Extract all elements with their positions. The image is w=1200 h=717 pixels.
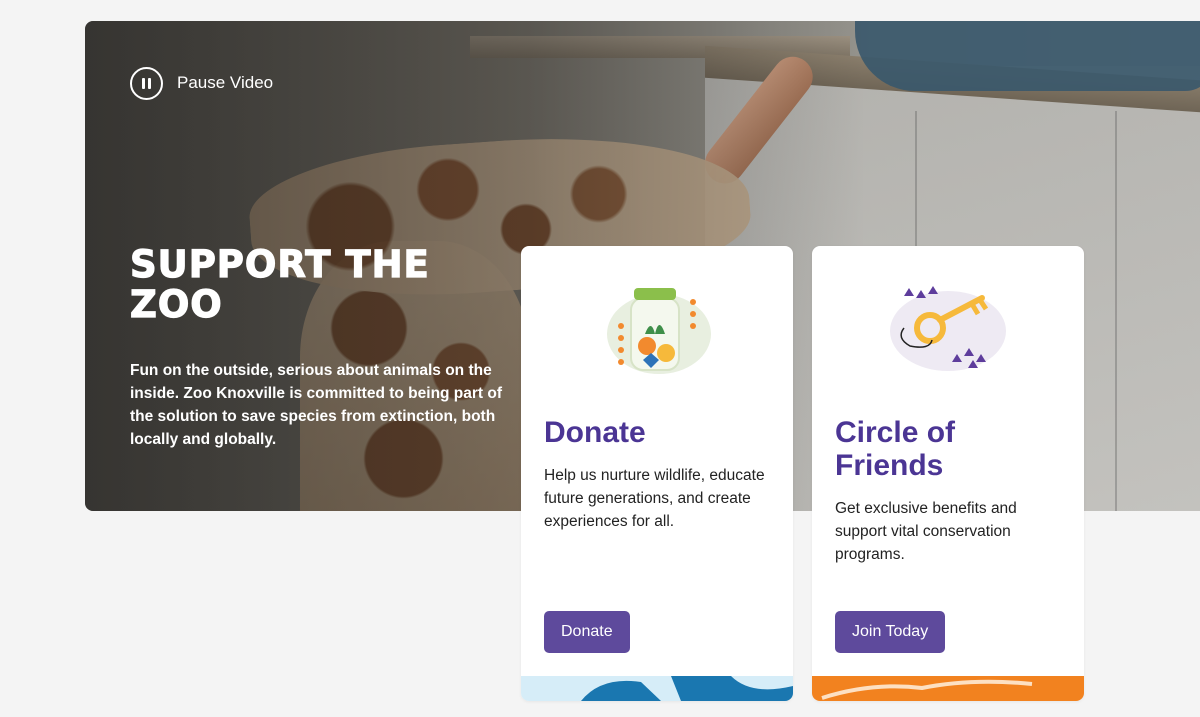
circle-of-friends-text: Get exclusive benefits and support vital… <box>835 500 1017 563</box>
donation-jar-icon <box>607 288 711 374</box>
key-icon <box>890 286 1006 371</box>
hero-title: SUPPORT THE ZOO <box>129 243 430 326</box>
donate-button[interactable]: Donate <box>544 611 630 653</box>
donate-text: Help us nurture wildlife, educate future… <box>544 467 765 530</box>
pause-icon <box>130 66 163 100</box>
decorative-strip-blue <box>521 676 793 701</box>
donate-card: Donate Help us nurture wildlife, educate… <box>521 246 793 701</box>
pause-video-button[interactable]: Pause Video <box>130 66 273 100</box>
join-today-button[interactable]: Join Today <box>835 611 946 653</box>
hero-description: Fun on the outside, serious about animal… <box>130 362 503 448</box>
circle-of-friends-title: Circle of Friends <box>835 416 956 482</box>
pause-video-label: Pause Video <box>177 73 274 92</box>
decorative-strip-orange <box>812 676 1084 701</box>
circle-of-friends-card: Circle of Friends Get exclusive benefits… <box>812 246 1084 701</box>
donate-title: Donate <box>544 416 646 449</box>
